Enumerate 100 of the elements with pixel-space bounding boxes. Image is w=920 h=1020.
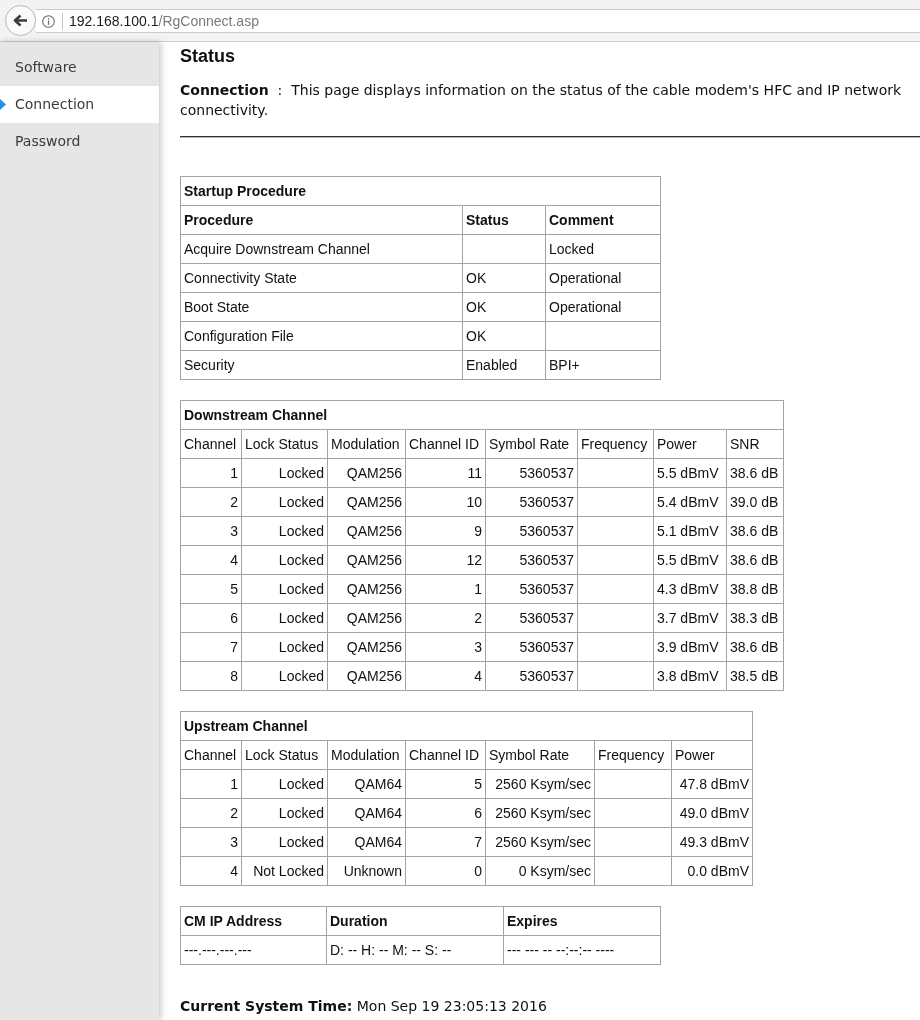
table-cell: 4.3 dBmV	[653, 574, 727, 604]
table-cell: 5360537	[485, 603, 578, 633]
table-cell: 5360537	[485, 545, 578, 575]
column-header: Modulation	[327, 429, 406, 459]
table-title: Upstream Channel	[180, 711, 753, 741]
sidebar-item[interactable]: Password	[0, 123, 159, 160]
table-cell: 2560 Ksym/sec	[485, 827, 595, 857]
column-header: Modulation	[327, 740, 406, 770]
table-cell: 47.8 dBmV	[671, 769, 753, 799]
table-cell: 8	[180, 661, 242, 691]
table-cell: QAM256	[327, 632, 406, 662]
table-cell: Locked	[545, 234, 661, 264]
table-cell: Locked	[241, 769, 328, 799]
column-header: Symbol Rate	[485, 429, 578, 459]
sidebar-item[interactable]: Software	[0, 49, 159, 86]
table-cell: Configuration File	[180, 321, 463, 351]
table-cell: Security	[180, 350, 463, 380]
table-cell: Locked	[241, 798, 328, 828]
table-cell: 0 Ksym/sec	[485, 856, 595, 886]
table-cell: 5.4 dBmV	[653, 487, 727, 517]
table-cell: Enabled	[462, 350, 546, 380]
table-cell: QAM64	[327, 827, 406, 857]
column-header: Lock Status	[241, 740, 328, 770]
column-header: Channel	[180, 740, 242, 770]
table-cell: 39.0 dB	[726, 487, 784, 517]
table-cell: 9	[405, 516, 486, 546]
table-cell: OK	[462, 321, 546, 351]
table-cell: 7	[180, 632, 242, 662]
table-cell: 5	[180, 574, 242, 604]
table-cell: QAM256	[327, 545, 406, 575]
table-cell: Locked	[241, 827, 328, 857]
table-cell: Locked	[241, 632, 328, 662]
table-cell: 5.5 dBmV	[653, 458, 727, 488]
info-icon[interactable]	[42, 14, 55, 28]
table-cell: 3	[405, 632, 486, 662]
table-cell: 5	[405, 769, 486, 799]
table-cell: 3	[180, 827, 242, 857]
table-cell: 2560 Ksym/sec	[485, 798, 595, 828]
table-cell: 7	[405, 827, 486, 857]
table-cell: QAM256	[327, 516, 406, 546]
table-cell: 38.6 dB	[726, 516, 784, 546]
table-cell: Locked	[241, 458, 328, 488]
table-title: Downstream Channel	[180, 400, 784, 430]
table-cell: QAM64	[327, 769, 406, 799]
table-cell: 10	[405, 487, 486, 517]
table-cell: 1	[180, 458, 242, 488]
table-cell: Locked	[241, 487, 328, 517]
table-cell: QAM64	[327, 798, 406, 828]
table-cell: 4	[405, 661, 486, 691]
table-cell: D: -- H: -- M: -- S: --	[326, 935, 504, 965]
table-cell: 2560 Ksym/sec	[485, 769, 595, 799]
table-cell: Locked	[241, 516, 328, 546]
table-cell: --- --- -- --:--:-- ----	[503, 935, 661, 965]
column-header: Duration	[326, 906, 504, 936]
page-title: Status	[180, 45, 236, 67]
table-cell: 0.0 dBmV	[671, 856, 753, 886]
column-header: Frequency	[577, 429, 654, 459]
table-cell: 12	[405, 545, 486, 575]
table-cell: OK	[462, 263, 546, 293]
column-header: Frequency	[594, 740, 672, 770]
table-cell: QAM256	[327, 603, 406, 633]
table-cell: 5360537	[485, 574, 578, 604]
current-system-time: Current System Time: Mon Sep 19 23:05:13 2016	[180, 997, 548, 1015]
table-cell: Operational	[545, 292, 661, 322]
table-cell: 6	[405, 798, 486, 828]
table-cell: 38.8 dB	[726, 574, 784, 604]
table-cell: BPI+	[545, 350, 661, 380]
table-cell: 3.9 dBmV	[653, 632, 727, 662]
table-cell: 49.0 dBmV	[671, 798, 753, 828]
column-header: Comment	[545, 205, 661, 235]
table-cell: 1	[180, 769, 242, 799]
table-cell: 38.3 dB	[726, 603, 784, 633]
table-cell: QAM256	[327, 458, 406, 488]
table-cell: 38.6 dB	[726, 545, 784, 575]
table-cell: 11	[405, 458, 486, 488]
table-cell: 5360537	[485, 516, 578, 546]
column-header: SNR	[726, 429, 784, 459]
column-header: Channel	[180, 429, 242, 459]
table-cell: 49.3 dBmV	[671, 827, 753, 857]
table-cell: 2	[180, 798, 242, 828]
table-cell: 6	[180, 603, 242, 633]
table-title: Startup Procedure	[180, 176, 661, 206]
table-cell: 5360537	[485, 487, 578, 517]
table-cell: 38.6 dB	[726, 632, 784, 662]
address-field[interactable]: 192.168.100.1/RgConnect.asp	[36, 9, 920, 33]
table-cell: 3	[180, 516, 242, 546]
sidebar-item[interactable]: Connection	[0, 86, 159, 123]
back-arrow-icon	[13, 14, 28, 27]
table-cell: OK	[462, 292, 546, 322]
column-header: Status	[462, 205, 546, 235]
column-header: Power	[671, 740, 753, 770]
back-button[interactable]	[5, 5, 36, 36]
page-description: Connection : This page displays information on the status of the cable modem's HFC and IP network connectivity.	[180, 81, 903, 120]
table-cell: 3.8 dBmV	[653, 661, 727, 691]
column-header: Channel ID	[405, 429, 486, 459]
table-cell: 2	[405, 603, 486, 633]
table-cell: 5360537	[485, 458, 578, 488]
column-header: Power	[653, 429, 727, 459]
column-header: Lock Status	[241, 429, 328, 459]
table-cell: QAM256	[327, 661, 406, 691]
